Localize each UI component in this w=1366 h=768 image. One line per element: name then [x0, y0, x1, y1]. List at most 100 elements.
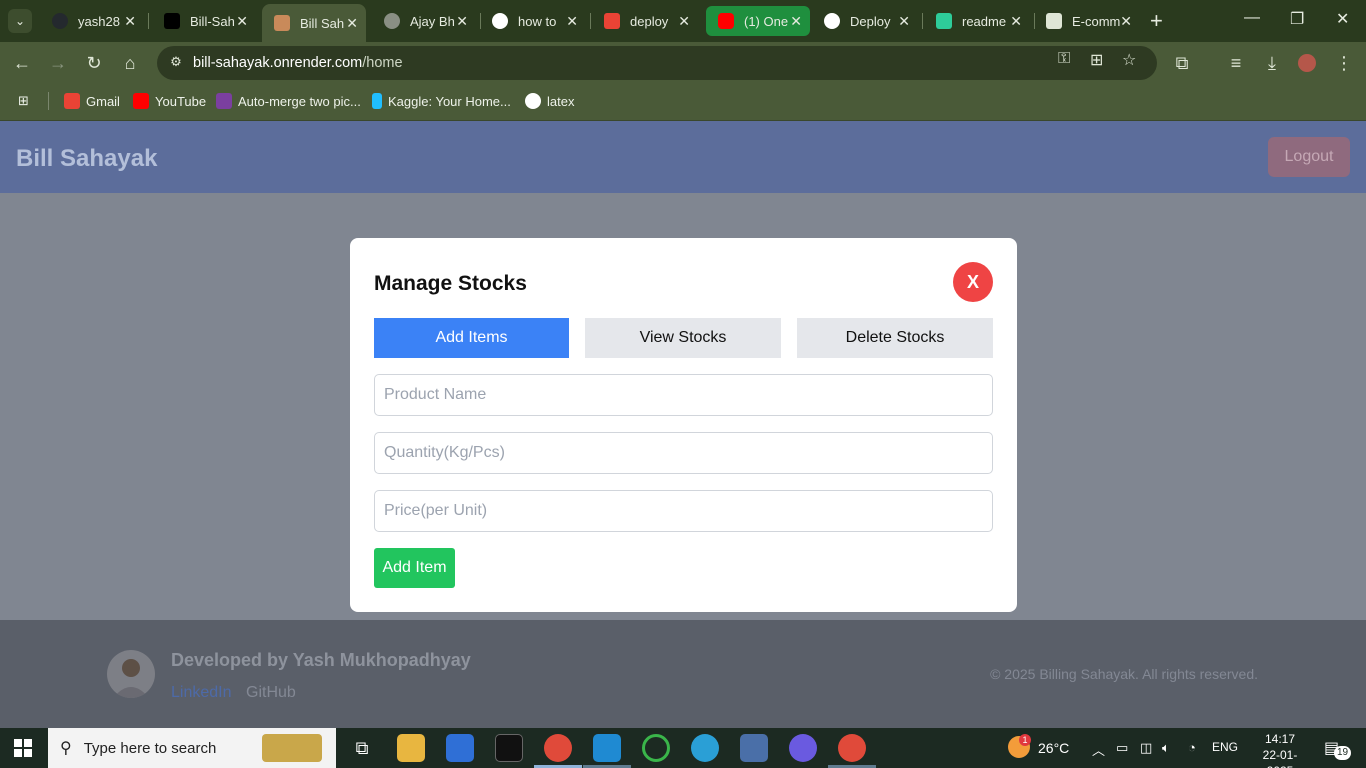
page-icon: [1046, 13, 1062, 29]
bookmark-kaggle[interactable]: Kaggle: Your Home...: [372, 93, 511, 109]
address-bar[interactable]: ⚙ bill-sahayak.onrender.com/home: [157, 46, 1157, 80]
chevron-up-icon[interactable]: ︿: [1092, 740, 1105, 759]
product-name-input[interactable]: [374, 374, 993, 416]
tab-add-items[interactable]: Add Items: [374, 318, 569, 358]
tab-divider: [590, 13, 591, 29]
meet-now-icon[interactable]: ◫: [1140, 740, 1152, 756]
back-icon[interactable]: ←: [12, 53, 32, 74]
apps-grid-icon[interactable]: ⊞: [18, 93, 29, 109]
minimize-icon[interactable]: —: [1244, 9, 1260, 27]
add-item-button[interactable]: Add Item: [374, 548, 455, 588]
copilot-icon[interactable]: [789, 734, 817, 762]
language-indicator[interactable]: ENG: [1212, 740, 1238, 754]
windows-start-icon[interactable]: [14, 739, 32, 757]
modal-close-button[interactable]: X: [953, 262, 993, 302]
browser-toolbar: ← → ↻ ⌂ ⚙ bill-sahayak.onrender.com/home…: [0, 42, 1366, 84]
app-navbar: Bill Sahayak Logout: [0, 121, 1366, 193]
key-icon[interactable]: ⚿: [1058, 50, 1070, 68]
browser-tab[interactable]: Deploy ✕: [812, 6, 918, 36]
remote-desktop-icon[interactable]: [740, 734, 768, 762]
weather-badge: 1: [1019, 734, 1031, 746]
close-icon[interactable]: ✕: [456, 13, 468, 30]
battery-icon[interactable]: ▭: [1116, 740, 1128, 756]
download-icon[interactable]: ⤓: [1262, 53, 1282, 74]
microsoft-store-icon[interactable]: [446, 734, 474, 762]
bookmark-label: Auto-merge two pic...: [238, 93, 361, 109]
menu-kebab-icon[interactable]: ⋮: [1334, 53, 1354, 74]
browser-tab[interactable]: Ajay Bh ✕: [372, 6, 476, 36]
clock-time: 14:17: [1264, 732, 1296, 746]
bookmark-youtube[interactable]: YouTube: [133, 93, 206, 109]
profile-avatar[interactable]: [1298, 54, 1316, 72]
close-icon[interactable]: ✕: [790, 13, 802, 30]
close-icon[interactable]: ✕: [898, 13, 910, 30]
google-icon: [492, 13, 508, 29]
close-icon[interactable]: ✕: [124, 13, 136, 30]
translate-icon[interactable]: ⊞: [1090, 50, 1103, 70]
file-explorer-icon[interactable]: [397, 734, 425, 762]
close-icon[interactable]: ✕: [1010, 13, 1022, 30]
terminal-icon[interactable]: [495, 734, 523, 762]
taskbar-clock[interactable]: 14:17 22-01-2025: [1250, 731, 1310, 768]
media-control-icon[interactable]: ≡: [1226, 53, 1246, 74]
vscode-icon[interactable]: [593, 734, 621, 762]
globe-icon: [384, 13, 400, 29]
close-icon[interactable]: ✕: [1120, 13, 1132, 30]
jpg-icon: [216, 93, 232, 109]
restore-icon[interactable]: ❐: [1290, 9, 1304, 29]
window-close-icon[interactable]: ✕: [1336, 9, 1349, 29]
bookmarks-bar: ⊞ Gmail YouTube Auto-merge two pic... Ka…: [0, 84, 1366, 121]
forward-icon[interactable]: →: [48, 53, 68, 74]
browser-tab[interactable]: Bill-Sah ✕: [152, 6, 256, 36]
browser-tab[interactable]: E-comm ✕: [1034, 6, 1140, 36]
browser-tab[interactable]: yash28 ✕: [40, 6, 144, 36]
browser-tab[interactable]: readme ✕: [924, 6, 1030, 36]
tab-search-button[interactable]: ⌄: [8, 9, 32, 33]
page-viewport: Bill Sahayak Logout Developed by Yash Mu…: [0, 121, 1366, 728]
bookmark-gmail[interactable]: Gmail: [64, 93, 120, 109]
developer-avatar: [107, 650, 155, 698]
modal-title: Manage Stocks: [374, 272, 527, 295]
browser-tab[interactable]: (1) One ✕: [706, 6, 810, 36]
bookmark-star-icon[interactable]: ☆: [1122, 50, 1136, 70]
bookmark-auto-merge[interactable]: Auto-merge two pic...: [216, 93, 361, 109]
taskbar-search-box[interactable]: ⚲ Type here to search: [48, 728, 336, 768]
github-link[interactable]: GitHub: [246, 684, 296, 702]
bookmark-latex[interactable]: latex: [525, 93, 574, 109]
search-icon: ⚲: [60, 740, 72, 757]
youtube-icon: [133, 93, 149, 109]
home-icon[interactable]: ⌂: [120, 53, 140, 74]
weather-temperature[interactable]: 26°C: [1038, 740, 1069, 756]
bookmark-label: Kaggle: Your Home...: [388, 93, 511, 109]
browser-tab[interactable]: how to ✕: [480, 6, 586, 36]
linkedin-link[interactable]: LinkedIn: [171, 684, 232, 702]
browser-tab-active[interactable]: Bill Sah ✕: [262, 4, 366, 42]
volume-icon[interactable]: 🔈︎: [1162, 740, 1170, 756]
quantity-input[interactable]: [374, 432, 993, 474]
tab-label: (1) One: [744, 13, 789, 29]
app-brand[interactable]: Bill Sahayak: [16, 145, 157, 173]
search-highlight-icon: [262, 734, 322, 762]
tab-delete-stocks[interactable]: Delete Stocks: [797, 318, 993, 358]
new-tab-button[interactable]: +: [1150, 8, 1163, 34]
close-icon[interactable]: ✕: [236, 13, 248, 30]
chrome-icon[interactable]: [544, 734, 572, 762]
snipping-tool-icon[interactable]: [642, 734, 670, 762]
edge-icon[interactable]: [691, 734, 719, 762]
kaggle-icon: [372, 93, 382, 109]
price-input[interactable]: [374, 490, 993, 532]
extensions-icon[interactable]: ⧉: [1172, 53, 1192, 74]
task-view-icon[interactable]: ⧉: [348, 734, 376, 762]
chrome-profile-icon[interactable]: [838, 734, 866, 762]
reload-icon[interactable]: ↻: [84, 53, 104, 74]
tab-view-stocks[interactable]: View Stocks: [585, 318, 781, 358]
url-text: bill-sahayak.onrender.com/home: [193, 55, 403, 71]
browser-tab[interactable]: deploy ✕: [592, 6, 698, 36]
close-icon[interactable]: ✕: [346, 15, 358, 32]
close-icon[interactable]: ✕: [566, 13, 578, 30]
close-icon[interactable]: ✕: [678, 13, 690, 30]
wifi-icon[interactable]: ◔: [1188, 740, 1196, 755]
readme-icon: [936, 13, 952, 29]
site-info-icon[interactable]: ⚙: [167, 54, 185, 72]
logout-button[interactable]: Logout: [1268, 137, 1350, 177]
